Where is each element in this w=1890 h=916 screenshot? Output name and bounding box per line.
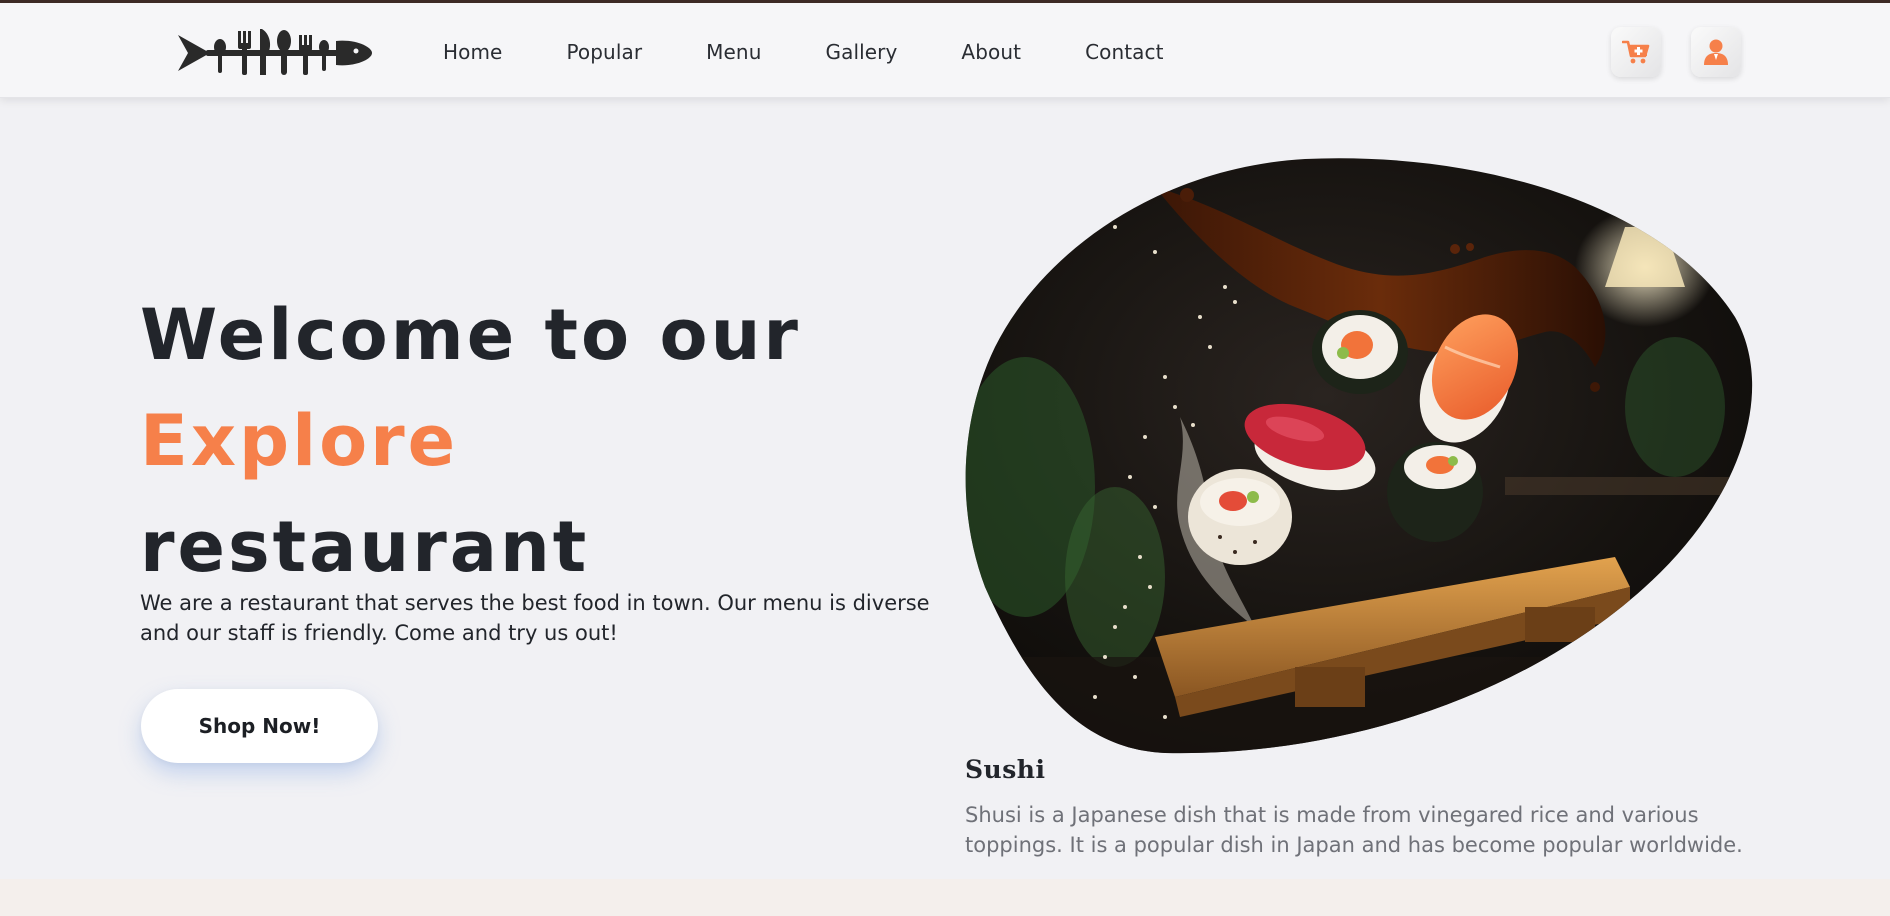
dish-name: Sushi xyxy=(965,755,1046,784)
cart-button[interactable] xyxy=(1611,27,1661,77)
navbar: Home Popular Menu Gallery About Contact xyxy=(0,3,1890,98)
nav-gallery[interactable]: Gallery xyxy=(825,35,897,69)
nav-contact[interactable]: Contact xyxy=(1085,35,1164,69)
cart-plus-icon xyxy=(1622,40,1650,64)
dish-description: Shusi is a Japanese dish that is made fr… xyxy=(965,803,1743,857)
logo-fish-cutlery-icon xyxy=(178,29,372,75)
shop-now-button[interactable]: Shop Now! xyxy=(141,689,378,763)
sushi-image xyxy=(965,157,1761,755)
hero-title-accent: Explore xyxy=(140,400,459,482)
logo[interactable] xyxy=(176,25,374,81)
hero-title-line-2: Explore xyxy=(140,388,940,494)
hero-title: Welcome to our Explore restaurant xyxy=(140,282,940,600)
hero-title-line-3: restaurant xyxy=(140,506,590,588)
hero-description: We are a restaurant that serves the best… xyxy=(140,591,930,645)
nav-about[interactable]: About xyxy=(961,35,1021,69)
hero-title-line-1: Welcome to our xyxy=(140,294,801,376)
nav-home[interactable]: Home xyxy=(443,35,502,69)
user-icon xyxy=(1704,39,1728,65)
user-button[interactable] xyxy=(1691,27,1741,77)
main-nav: Home Popular Menu Gallery About Contact xyxy=(443,35,1228,69)
nav-popular[interactable]: Popular xyxy=(566,35,642,69)
next-section-band xyxy=(0,879,1890,916)
nav-menu[interactable]: Menu xyxy=(706,35,761,69)
